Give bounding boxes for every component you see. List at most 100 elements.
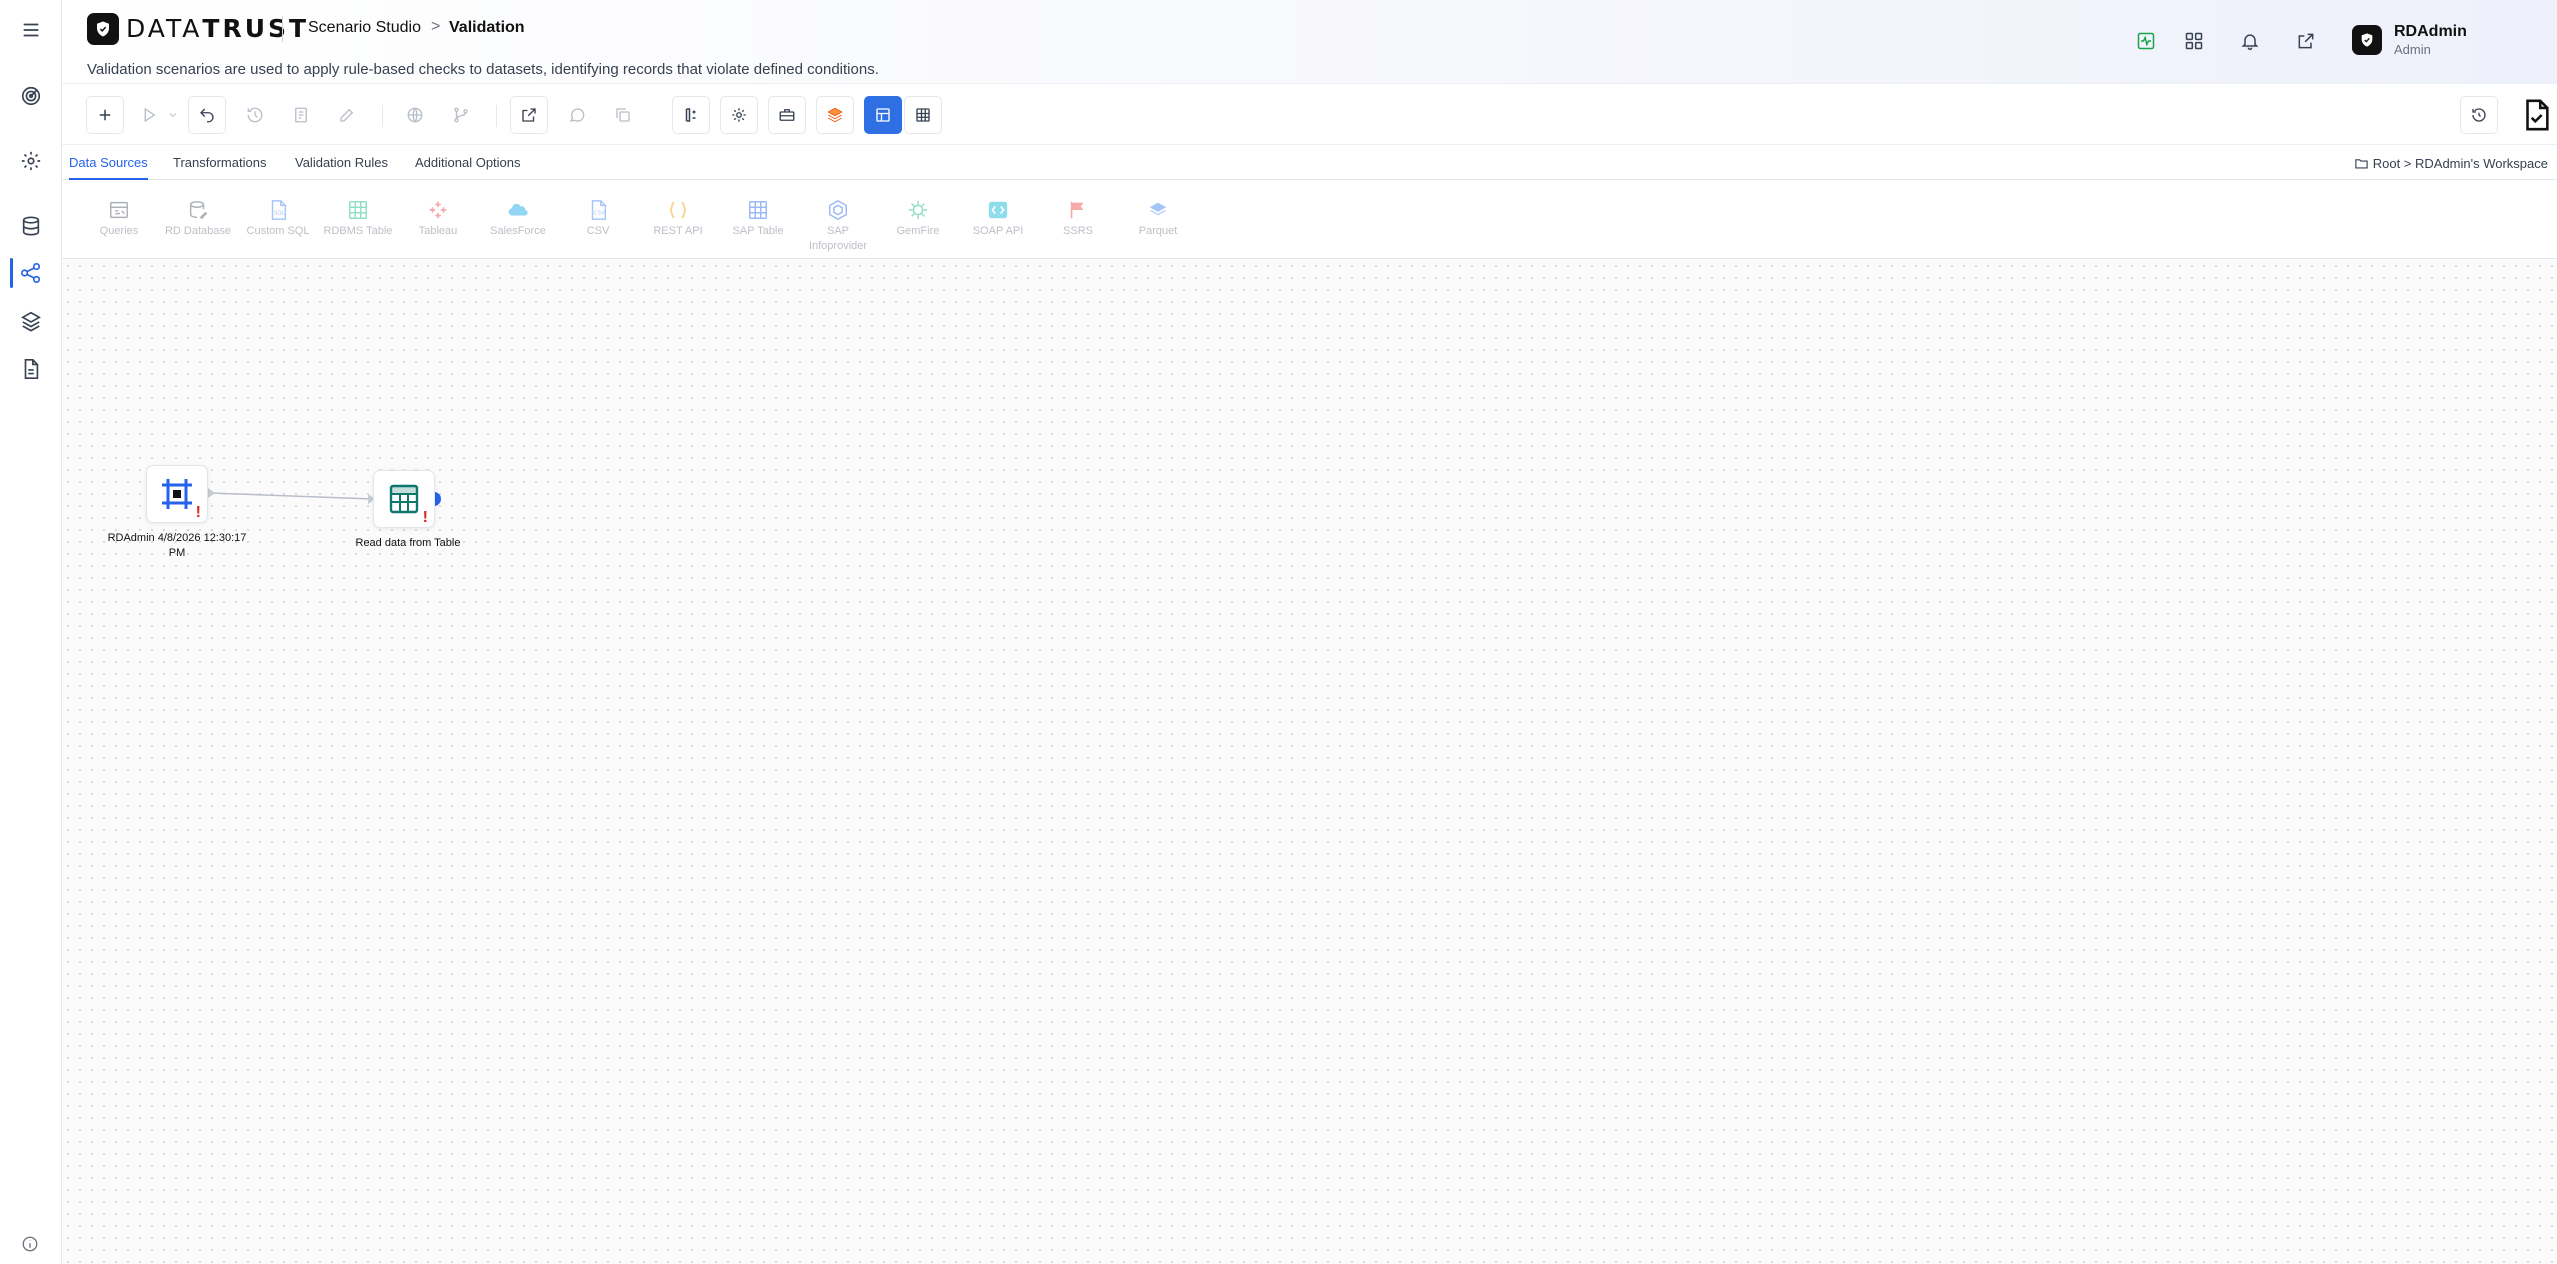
schedule-button[interactable] [282, 96, 320, 134]
page-description: Validation scenarios are used to apply r… [87, 61, 879, 78]
compare-button[interactable] [672, 96, 710, 134]
toolbar-divider [382, 105, 383, 127]
gemfire-icon [907, 199, 929, 221]
node-warning-badge: ! [422, 509, 428, 526]
header-divider [282, 16, 283, 42]
palette-label: Tableau [418, 225, 458, 237]
stack-button[interactable] [816, 96, 854, 134]
node-start-scenario[interactable]: ! [146, 465, 208, 523]
config-button[interactable] [720, 96, 758, 134]
data-source-palette: Queries RD Database SQL Custom SQL RDBMS… [62, 181, 2557, 259]
avatar[interactable] [2352, 25, 2382, 55]
palette-item-queries[interactable]: Queries [79, 199, 159, 239]
database-icon[interactable] [14, 209, 48, 243]
tab-additional-options[interactable]: Additional Options [415, 155, 521, 178]
parquet-icon [1147, 199, 1169, 221]
palette-label: Queries [99, 225, 139, 237]
scenario-toolbar [62, 85, 2557, 145]
svg-text:SQL: SQL [274, 211, 286, 217]
info-icon[interactable] [21, 1235, 39, 1253]
export-button[interactable] [510, 96, 548, 134]
copy-button[interactable] [604, 96, 642, 134]
table-grid-icon [389, 484, 419, 514]
user-role: Admin [2394, 42, 2431, 57]
branch-button[interactable] [442, 96, 480, 134]
datatrust-logo-icon[interactable] [87, 13, 119, 45]
apps-grid-icon[interactable] [2180, 27, 2208, 55]
sap-infoprovider-icon [827, 199, 849, 221]
history-button[interactable] [236, 96, 274, 134]
toolbar-divider [496, 105, 497, 127]
tab-bar: Data Sources Transformations Validation … [62, 146, 2557, 180]
layers-icon[interactable] [14, 304, 48, 338]
scenario-canvas[interactable]: ! RDAdmin 4/8/2026 12:30:17 PM ! Read da… [62, 260, 2557, 1264]
report-icon[interactable] [14, 352, 48, 386]
palette-label: SOAP API [972, 225, 1024, 237]
scenario-flow-icon[interactable] [14, 256, 48, 290]
target-icon[interactable] [14, 79, 48, 113]
external-link-icon[interactable] [2292, 27, 2320, 55]
palette-item-ssrs[interactable]: SSRS [1038, 199, 1118, 239]
comment-button[interactable] [558, 96, 596, 134]
workspace-breadcrumb[interactable]: Root > RDAdmin's Workspace [2354, 156, 2548, 171]
connector-layer [208, 488, 441, 506]
menu-icon[interactable] [14, 13, 48, 47]
validate-file-icon[interactable] [2514, 93, 2557, 137]
restore-button[interactable] [2460, 96, 2498, 134]
tab-validation-rules[interactable]: Validation Rules [295, 155, 388, 178]
palette-label: RDBMS Table [323, 225, 393, 237]
run-button[interactable] [134, 96, 164, 134]
node-read-table[interactable]: ! [373, 470, 435, 528]
sap-table-icon [747, 199, 769, 221]
tableau-icon [427, 199, 449, 221]
bell-icon[interactable] [2236, 27, 2264, 55]
undo-button[interactable] [188, 96, 226, 134]
toolbox-button[interactable] [768, 96, 806, 134]
output-port-dot[interactable] [434, 492, 441, 506]
workspace-path: Root > RDAdmin's Workspace [2372, 156, 2548, 171]
palette-label: REST API [653, 225, 703, 237]
rail-active-indicator [10, 258, 13, 288]
csv-file-icon: CSV [587, 199, 609, 221]
queries-icon [108, 199, 130, 221]
rest-api-icon [667, 199, 689, 221]
output-port-arrow[interactable] [208, 488, 215, 498]
palette-item-soap-api[interactable]: SOAP API [958, 199, 1038, 239]
custom-sql-icon: SQL [267, 199, 289, 221]
palette-label: GemFire [896, 225, 940, 237]
table-view-button[interactable] [904, 96, 942, 134]
add-button[interactable] [86, 96, 124, 134]
salesforce-cloud-icon [507, 199, 529, 221]
globe-button[interactable] [396, 96, 434, 134]
soap-api-icon [987, 199, 1009, 221]
rd-database-icon [187, 199, 209, 221]
palette-item-rest-api[interactable]: REST API [638, 199, 718, 239]
node-connector-line [209, 492, 374, 500]
run-options-chevron-icon[interactable] [162, 96, 184, 134]
palette-item-sap-table[interactable]: SAP Table [718, 199, 798, 239]
palette-item-parquet[interactable]: Parquet [1118, 199, 1198, 239]
breadcrumb-current: Validation [449, 19, 525, 36]
activity-icon[interactable] [2132, 27, 2160, 55]
tab-data-sources[interactable]: Data Sources [69, 155, 148, 180]
palette-label: Parquet [1138, 225, 1178, 237]
canvas-view-button[interactable] [864, 96, 902, 134]
settings-icon[interactable] [14, 144, 48, 178]
palette-item-sap-infoprovider[interactable]: SAP Infoprovider [798, 199, 878, 254]
palette-item-custom-sql[interactable]: SQL Custom SQL [238, 199, 318, 239]
palette-item-tableau[interactable]: Tableau [398, 199, 478, 239]
edit-button[interactable] [328, 96, 366, 134]
breadcrumb-separator: > [431, 18, 441, 35]
palette-item-rdbms-table[interactable]: RDBMS Table [318, 199, 398, 239]
palette-item-rd-database[interactable]: RD Database [158, 199, 238, 239]
palette-label: RD Database [164, 225, 232, 237]
palette-label: SalesForce [490, 225, 546, 237]
user-name[interactable]: RDAdmin [2394, 23, 2467, 41]
palette-label: SSRS [1063, 225, 1093, 237]
palette-item-csv[interactable]: CSV CSV [558, 199, 638, 239]
palette-item-salesforce[interactable]: SalesForce [478, 199, 558, 239]
palette-item-gemfire[interactable]: GemFire [878, 199, 958, 239]
tab-transformations[interactable]: Transformations [173, 155, 266, 178]
breadcrumb-parent[interactable]: Scenario Studio [308, 19, 421, 37]
frame-crop-icon [162, 479, 192, 509]
